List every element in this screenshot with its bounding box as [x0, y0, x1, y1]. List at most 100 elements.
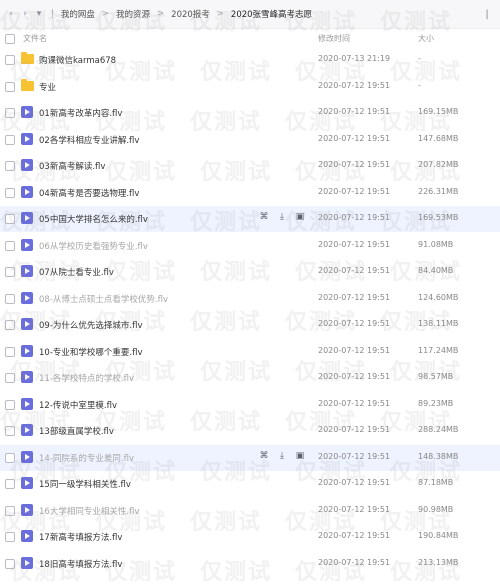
file-size: 124.60MB [418, 292, 459, 302]
file-row[interactable]: 05中国大学排名怎么来的.flv ⌘ ⤓ ▣ 2020-07-12 19:51 169.5… [0, 206, 500, 232]
file-row[interactable]: 10-专业和学校哪个重要.flv 2020-07-12 19:51 117.24MB [0, 339, 500, 365]
file-size: 98.57MB [418, 372, 454, 381]
file-size: 84.40MB [418, 266, 454, 275]
delete-icon[interactable]: ▣ [294, 450, 306, 462]
file-size: - [418, 80, 421, 90]
row-checkbox[interactable] [5, 214, 15, 224]
video-file-icon [21, 185, 33, 198]
file-row[interactable]: 09-为什么优先选择城市.flv 2020-07-12 19:51 138.11MB [0, 312, 500, 338]
row-checkbox[interactable] [5, 505, 15, 516]
breadcrumb-divider: | [51, 9, 54, 19]
file-modified-time: 2020-07-12 19:51 [318, 478, 391, 487]
chevron-down-icon[interactable]: ▾ [32, 9, 46, 19]
video-file-icon [21, 503, 33, 516]
row-checkbox[interactable] [5, 426, 15, 436]
file-name[interactable]: 13部级直属学校.flv [39, 425, 114, 437]
column-time[interactable]: 修改时间 [318, 33, 350, 44]
file-row[interactable]: 17新高考填报方法.flv 2020-07-12 19:51 190.84MB [0, 524, 500, 550]
file-row[interactable]: 13部级直属学校.flv 2020-07-12 19:51 288.24MB [0, 418, 500, 444]
file-row[interactable]: 08-从博士点硕士点看学校优势.flv 2020-07-12 19:51 124.6… [0, 286, 500, 312]
row-checkbox[interactable] [5, 558, 15, 569]
share-icon[interactable]: ⌘ [258, 450, 270, 462]
file-name[interactable]: 04新高考是否要选物理.flv [39, 187, 139, 199]
file-size: 148.38MB [418, 451, 459, 461]
row-checkbox[interactable] [5, 293, 15, 304]
file-name[interactable]: 17新高考填报方法.flv [39, 531, 122, 543]
file-row[interactable]: 12-传说中室里模.flv 2020-07-12 19:51 89.23MB [0, 392, 500, 418]
file-row[interactable]: 11-各学校特点的学校.flv 2020-07-12 19:51 98.57MB [0, 365, 500, 391]
file-name[interactable]: 11-各学校特点的学校.flv [39, 372, 134, 384]
file-row[interactable]: 02各学科相应专业讲解.flv 2020-07-12 19:51 147.68MB [0, 127, 500, 153]
file-name[interactable]: 09-为什么优先选择城市.flv [39, 319, 142, 331]
row-checkbox[interactable] [5, 320, 15, 330]
file-name[interactable]: 01新高考改革内容.flv [39, 107, 122, 119]
file-name[interactable]: 15同一级学科相关性.flv [39, 478, 131, 490]
chevron-left-icon[interactable]: ‹ [4, 9, 18, 19]
file-row[interactable]: 18旧高考填报方法.flv 2020-07-12 19:51 213.13MB [0, 551, 500, 577]
row-checkbox[interactable] [5, 55, 15, 65]
download-icon[interactable]: ⤓ [276, 450, 288, 462]
row-checkbox[interactable] [5, 240, 15, 251]
row-checkbox[interactable] [5, 373, 15, 383]
row-checkbox[interactable] [5, 452, 15, 463]
file-row[interactable]: 15同一级学科相关性.flv 2020-07-12 19:51 87.18MB [0, 471, 500, 497]
video-file-icon [21, 291, 33, 304]
file-name[interactable]: 06从学校历史看强势专业.flv [39, 240, 148, 252]
row-checkbox[interactable] [5, 81, 15, 92]
file-name[interactable]: 16大学相同专业相关性.flv [39, 505, 139, 517]
video-file-icon [21, 212, 33, 224]
file-name[interactable]: 05中国大学排名怎么来的.flv [39, 213, 148, 225]
file-name[interactable]: 专业 [39, 81, 56, 93]
file-row[interactable]: 专业 2020-07-12 19:51 - [0, 74, 500, 100]
file-name[interactable]: 02各学科相应专业讲解.flv [39, 134, 139, 146]
breadcrumb-item[interactable]: 我的资源 [114, 8, 152, 20]
file-name[interactable]: 12-传说中室里模.flv [39, 399, 117, 411]
file-row[interactable]: 16大学相同专业相关性.flv 2020-07-12 19:51 90.98MB [0, 498, 500, 524]
file-row[interactable]: 03新高考解读.flv 2020-07-12 19:51 207.82MB [0, 153, 500, 179]
file-row[interactable]: 06从学校历史看强势专业.flv 2020-07-12 19:51 91.08MB [0, 233, 500, 259]
row-checkbox[interactable] [5, 532, 15, 542]
row-checkbox[interactable] [5, 399, 15, 410]
column-name[interactable]: 文件名 [23, 33, 47, 44]
file-row[interactable]: 07从院士看专业.flv 2020-07-12 19:51 84.40MB [0, 259, 500, 285]
share-icon[interactable]: ⌘ [258, 211, 270, 223]
row-checkbox[interactable] [5, 187, 15, 198]
file-size: 90.98MB [418, 504, 454, 514]
row-checkbox[interactable] [5, 108, 15, 118]
file-row[interactable]: 购课微信karma678 2020-07-13 21:19 - [0, 47, 500, 73]
file-row[interactable]: 14-同院系的专业差同.flv ⌘ ⤓ ▣ 2020-07-12 19:51 148.38… [0, 444, 500, 471]
row-checkbox[interactable] [5, 134, 15, 145]
breadcrumb-item[interactable]: 2020报考 [169, 8, 212, 20]
chevron-right-icon[interactable]: › [18, 9, 32, 19]
file-name[interactable]: 07从院士看专业.flv [39, 266, 114, 278]
file-name[interactable]: 10-专业和学校哪个重要.flv [39, 346, 142, 358]
row-checkbox[interactable] [5, 479, 15, 489]
file-size: 169.53MB [418, 213, 459, 222]
file-row[interactable]: 04新高考是否要选物理.flv 2020-07-12 19:51 226.31MB [0, 180, 500, 206]
file-row[interactable]: 01新高考改革内容.flv 2020-07-12 19:51 169.15MB [0, 100, 500, 126]
breadcrumb-item[interactable]: 我的网盘 [59, 8, 97, 20]
file-modified-time: 2020-07-12 19:51 [318, 239, 391, 249]
file-name[interactable]: 14-同院系的专业差同.flv [39, 452, 134, 464]
file-name[interactable]: 18旧高考填报方法.flv [39, 558, 122, 570]
download-icon[interactable]: ⤓ [276, 211, 288, 223]
file-size: - [418, 54, 421, 63]
file-name[interactable]: 购课微信karma678 [39, 54, 116, 66]
file-name[interactable]: 03新高考解读.flv [39, 160, 105, 172]
column-size[interactable]: 大小 [418, 33, 434, 44]
column-header: 文件名 修改时间 大小 [0, 29, 500, 47]
file-name[interactable]: 08-从博士点硕士点看学校优势.flv [39, 293, 168, 305]
video-file-icon [21, 477, 33, 489]
video-file-icon [21, 450, 33, 463]
video-file-icon [21, 265, 33, 277]
row-checkbox[interactable] [5, 267, 15, 277]
file-modified-time: 2020-07-12 19:51 [318, 345, 391, 355]
row-checkbox[interactable] [5, 161, 15, 171]
delete-icon[interactable]: ▣ [294, 211, 306, 223]
file-modified-time: 2020-07-13 21:19 [318, 54, 391, 63]
row-checkbox[interactable] [5, 346, 15, 357]
file-size: 207.82MB [418, 160, 459, 169]
select-all-checkbox[interactable] [5, 34, 15, 44]
file-size: 169.15MB [418, 107, 459, 116]
file-modified-time: 2020-07-12 19:51 [318, 504, 391, 514]
